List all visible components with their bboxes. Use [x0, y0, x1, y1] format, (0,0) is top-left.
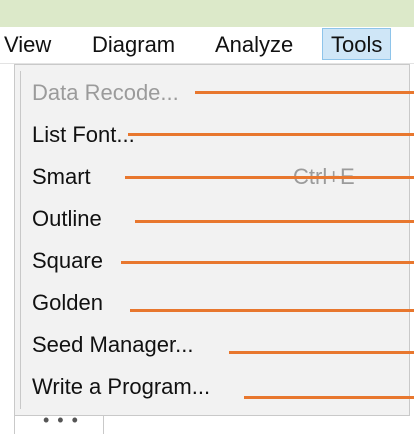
callout-line-golden	[130, 309, 414, 312]
menu-item-write-a-program[interactable]: Write a Program...	[15, 366, 409, 408]
callout-line-write-a-program	[244, 396, 414, 399]
menu-item-label: Outline	[32, 206, 102, 231]
menu-view[interactable]: View	[4, 27, 51, 63]
menu-item-label: Square	[32, 248, 103, 273]
callout-line-seed-manager	[229, 351, 414, 354]
callout-line-data-recode	[195, 91, 414, 94]
menu-diagram[interactable]: Diagram	[92, 27, 175, 63]
menu-bar: View Diagram Analyze Tools	[0, 27, 414, 64]
menu-item-label: Write a Program...	[32, 374, 211, 399]
menu-item-seed-manager[interactable]: Seed Manager...	[15, 324, 409, 366]
menu-item-label: Golden	[32, 290, 103, 315]
menu-item-label: Seed Manager...	[32, 332, 194, 357]
callout-line-outline	[135, 220, 414, 223]
menu-tools[interactable]: Tools	[322, 28, 392, 60]
tools-dropdown-menu: Data Recode... List Font... Smart Ctrl+E…	[14, 64, 410, 416]
window-top-strip	[0, 0, 414, 27]
callout-line-smart	[125, 176, 414, 179]
menu-analyze[interactable]: Analyze	[215, 27, 293, 63]
menu-item-label: List Font...	[32, 122, 135, 147]
menu-item-label: Smart	[32, 164, 91, 189]
menu-item-outline[interactable]: Outline	[15, 198, 409, 240]
window-content-edge: •••	[14, 410, 104, 434]
callout-line-list-font	[128, 133, 414, 136]
ellipsis-glyph: •••	[43, 410, 86, 430]
menu-item-golden[interactable]: Golden	[15, 282, 409, 324]
callout-line-square	[121, 261, 414, 264]
menu-item-label: Data Recode...	[32, 80, 179, 105]
